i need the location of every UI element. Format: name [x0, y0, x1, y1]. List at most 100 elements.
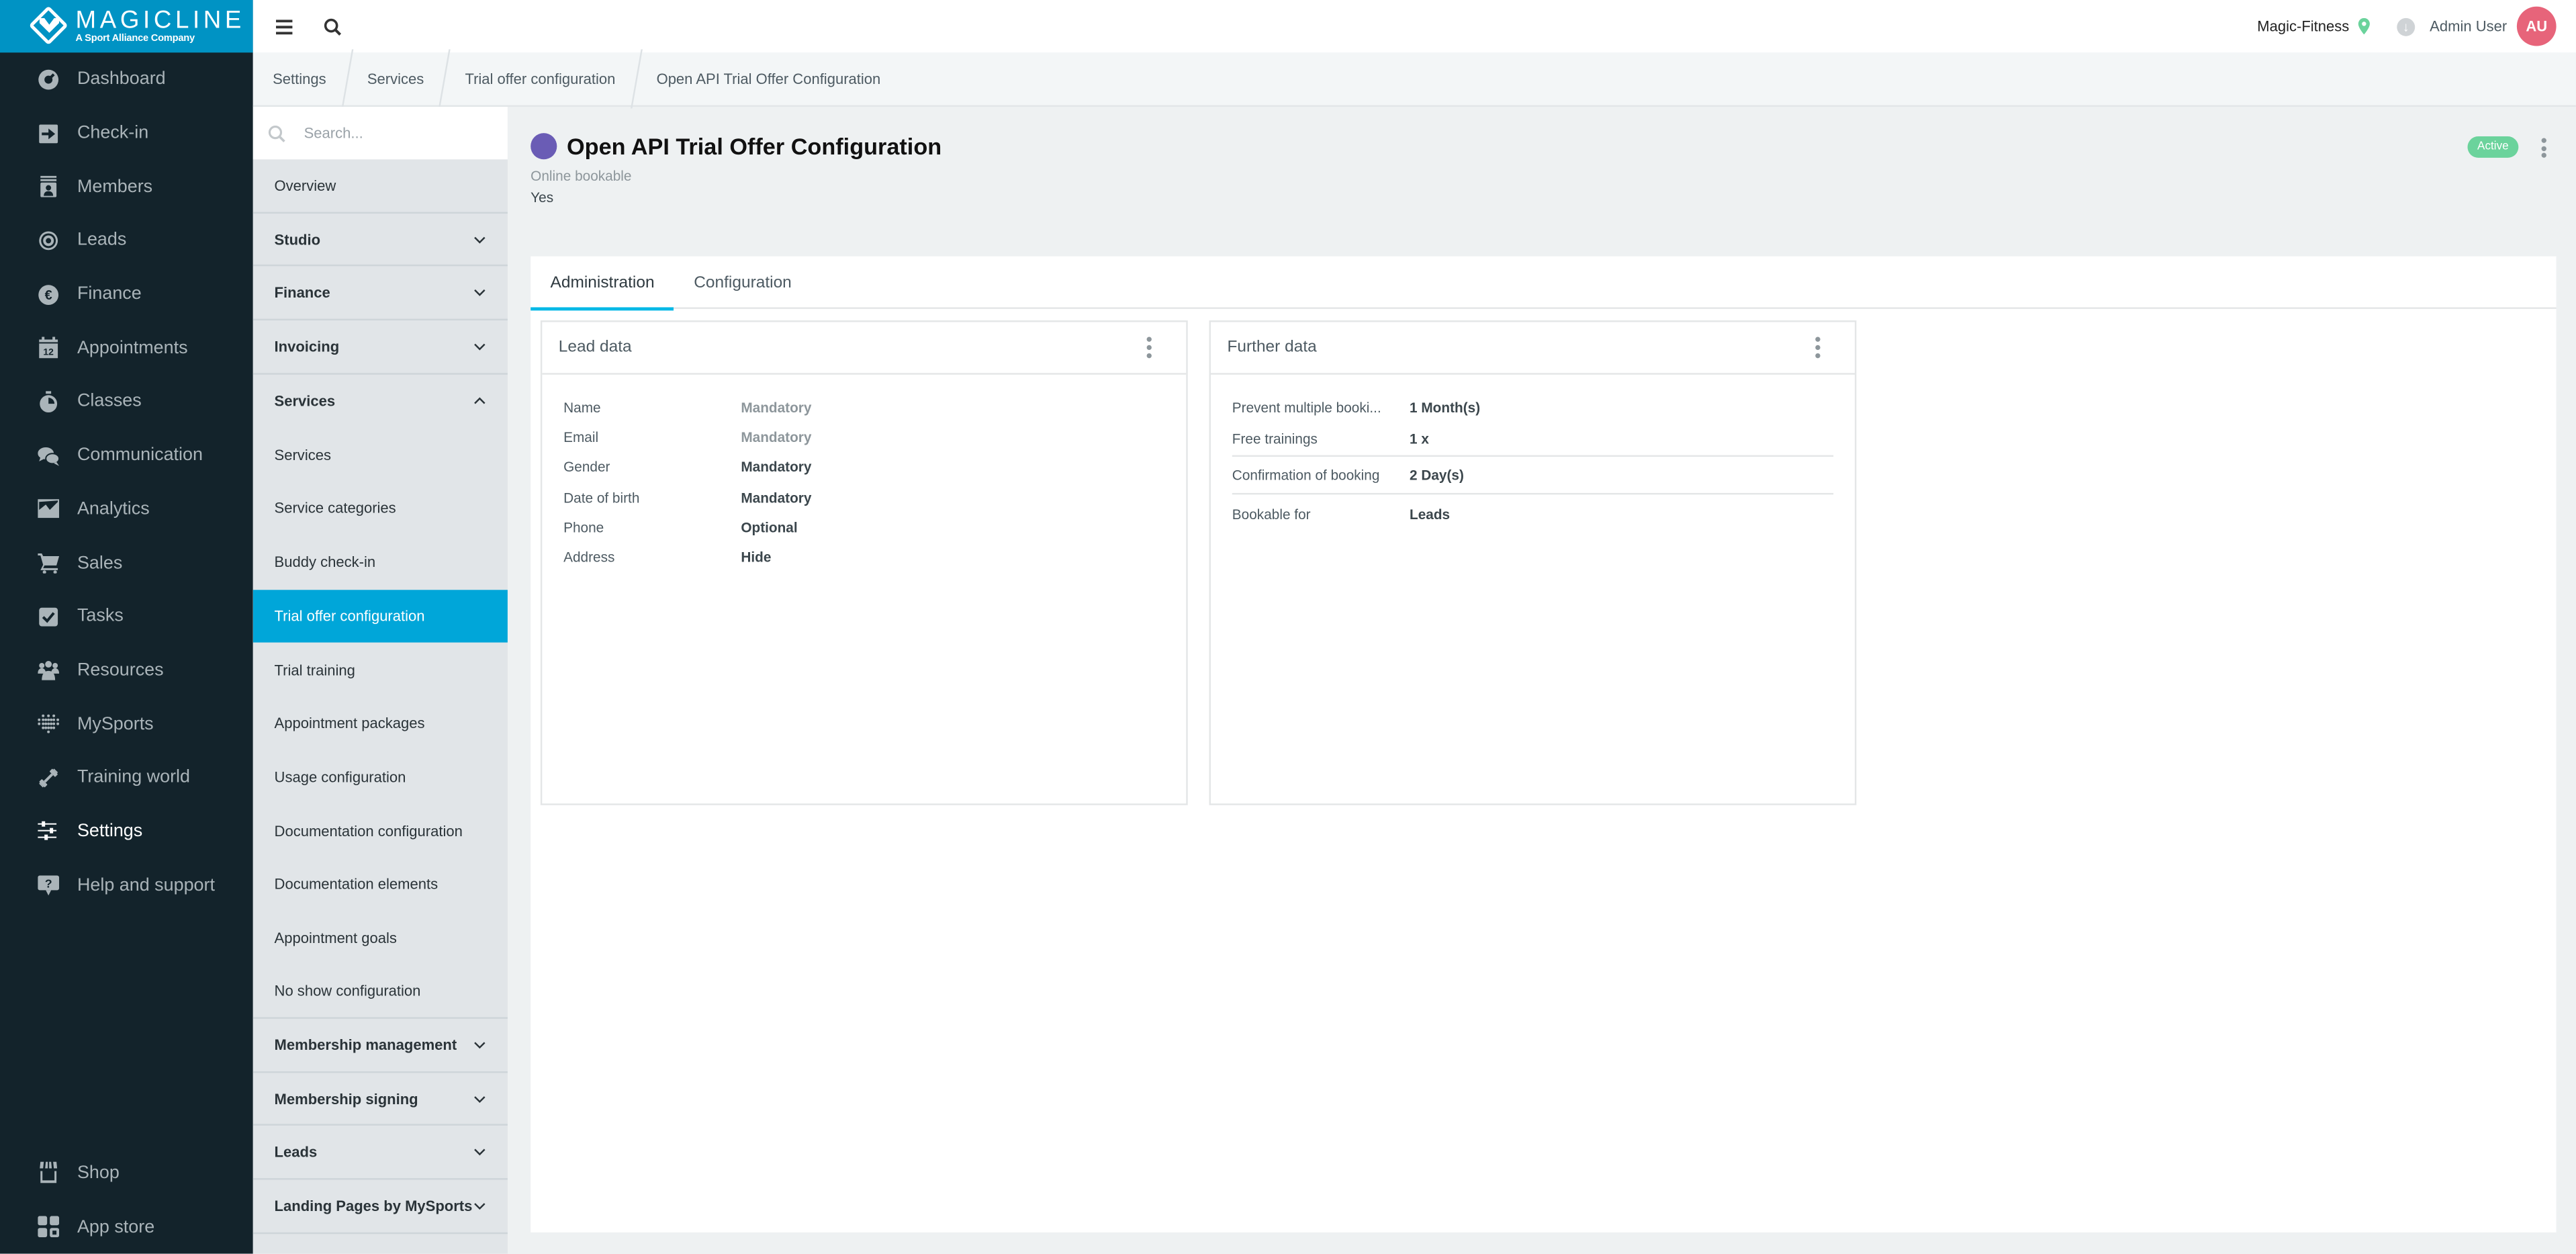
- row-key: Gender: [563, 459, 610, 476]
- card-title: Further data: [1227, 338, 1317, 357]
- row-key: Free trainings: [1232, 431, 1318, 447]
- breadcrumb-item-trial-offer-configuration[interactable]: Trial offer configuration: [445, 52, 635, 106]
- nav-label: Training world: [77, 768, 191, 788]
- subnav-item-usage-configuration[interactable]: Usage configuration: [253, 750, 508, 804]
- brand-name: MAGICLINE: [75, 6, 246, 35]
- chat-icon: [36, 444, 59, 467]
- nav-item-communication[interactable]: Communication: [0, 429, 253, 482]
- more-options-icon[interactable]: [2536, 136, 2550, 159]
- subnav-search-input[interactable]: [300, 123, 481, 143]
- mysports-icon: [36, 713, 59, 735]
- nav-item-check-in[interactable]: Check-in: [0, 106, 253, 160]
- subnav-section-membership-management[interactable]: Membership management: [252, 1019, 508, 1073]
- subnav-item-no-show-configuration[interactable]: No show configuration: [252, 965, 508, 1019]
- section-label: Services: [274, 392, 336, 410]
- tab-administration[interactable]: Administration: [531, 257, 675, 311]
- subnav-section-invoicing[interactable]: Invoicing: [252, 320, 508, 375]
- brand-subtitle: A Sport Alliance Company: [75, 34, 195, 45]
- section-label: Invoicing: [274, 338, 340, 355]
- subnav-item-buddy-check-in[interactable]: Buddy check-in: [253, 535, 508, 589]
- nav-label: MySports: [77, 714, 154, 734]
- search-icon[interactable]: [320, 15, 343, 38]
- subnav-item-appointment-goals[interactable]: Appointment goals: [253, 911, 508, 965]
- chevron-down-icon: [474, 236, 486, 243]
- nav-item-resources[interactable]: Resources: [0, 643, 253, 697]
- subnav-overview[interactable]: Overview: [252, 159, 508, 214]
- nav-item-dashboard[interactable]: Dashboard: [0, 52, 253, 106]
- subnav-item-documentation-elements[interactable]: Documentation elements: [253, 858, 508, 911]
- nav-item-shop[interactable]: Shop: [0, 1147, 253, 1200]
- subnav-section-leads[interactable]: Leads: [252, 1126, 508, 1180]
- section-label: Studio: [274, 230, 321, 248]
- search-icon: [268, 124, 285, 142]
- status-badge: Active: [2467, 136, 2519, 158]
- sliders-icon: [36, 820, 59, 843]
- nav-label: Appointments: [77, 338, 188, 358]
- section-label: Membership signing: [274, 1090, 418, 1107]
- nav-label: Check-in: [77, 123, 149, 143]
- lead-data-row: Date of birth Mandatory: [563, 482, 1164, 512]
- nav-item-analytics[interactable]: Analytics: [0, 482, 253, 536]
- tabs: Administration Configuration: [531, 257, 2557, 311]
- stopwatch-icon: [36, 390, 59, 413]
- row-key: Address: [563, 549, 615, 566]
- nav-item-help[interactable]: ? Help and support: [0, 858, 253, 912]
- svg-text:?: ?: [44, 877, 51, 891]
- user-name[interactable]: Admin User: [2430, 18, 2507, 34]
- subnav-section-landing-pages[interactable]: Landing Pages by MySports: [252, 1180, 508, 1234]
- tab-configuration[interactable]: Configuration: [674, 257, 811, 309]
- top-bar: Magic-Fitness ↓ Admin User AU: [252, 0, 2576, 53]
- subnav-section-finance[interactable]: Finance: [252, 267, 508, 321]
- nav-item-appointments[interactable]: 12 Appointments: [0, 321, 253, 375]
- lead-data-card: Lead data Name Mandatory Email Mandatory G…: [540, 320, 1188, 805]
- subnav-item-services[interactable]: Services: [253, 428, 508, 482]
- people-icon: [36, 659, 59, 682]
- nav-item-tasks[interactable]: Tasks: [0, 590, 253, 643]
- subnav-item-appointment-packages[interactable]: Appointment packages: [253, 697, 508, 750]
- nav-item-leads[interactable]: Leads: [0, 214, 253, 267]
- row-key: Name: [563, 399, 601, 416]
- nav-item-app-store[interactable]: App store: [0, 1200, 253, 1254]
- subnav-section-studio[interactable]: Studio: [252, 213, 508, 267]
- more-options-icon[interactable]: [1812, 337, 1822, 359]
- nav-item-settings[interactable]: Settings: [0, 805, 253, 858]
- row-value: Mandatory: [741, 429, 812, 446]
- subnav-item-service-categories[interactable]: Service categories: [253, 482, 508, 535]
- more-options-icon[interactable]: [1144, 337, 1154, 359]
- nav-label: Analytics: [77, 499, 150, 519]
- nav-item-training-world[interactable]: Training world: [0, 751, 253, 805]
- calendar-icon: 12: [36, 337, 59, 359]
- online-bookable-label: Online bookable: [531, 167, 632, 184]
- dashboard-icon: [36, 68, 59, 91]
- nav-label: Tasks: [77, 607, 124, 627]
- row-value: Mandatory: [741, 459, 812, 476]
- settings-subnav: Overview Studio Finance Invoicing Servic…: [252, 107, 508, 1254]
- chevron-down-icon: [474, 289, 486, 297]
- subnav-item-trial-offer-configuration[interactable]: Trial offer configuration: [252, 589, 508, 643]
- nav-item-sales[interactable]: Sales: [0, 536, 253, 590]
- subnav-search: [252, 107, 508, 160]
- nav-item-finance[interactable]: € Finance: [0, 267, 253, 321]
- subnav-section-services[interactable]: Services: [253, 374, 508, 428]
- subnav-section-membership-signing[interactable]: Membership signing: [252, 1073, 508, 1126]
- logo[interactable]: MAGICLINE A Sport Alliance Company: [0, 0, 253, 53]
- breadcrumb-item-services[interactable]: Services: [347, 52, 443, 106]
- hamburger-menu-icon[interactable]: [273, 15, 295, 38]
- subnav-item-documentation-configuration[interactable]: Documentation configuration: [253, 804, 508, 858]
- nav-label: Settings: [77, 821, 143, 842]
- nav-item-classes[interactable]: Classes: [0, 375, 253, 429]
- nav-item-mysports[interactable]: MySports: [0, 697, 253, 751]
- section-label: Leads: [274, 1144, 318, 1161]
- further-data-row: Prevent multiple booki... 1 Month(s): [1232, 393, 1833, 422]
- chevron-down-icon: [474, 1041, 486, 1048]
- nav-item-members[interactable]: Members: [0, 160, 253, 214]
- row-value: Optional: [741, 519, 798, 536]
- download-icon[interactable]: ↓: [2397, 17, 2416, 36]
- subnav-item-trial-training[interactable]: Trial training: [253, 643, 508, 697]
- studio-name[interactable]: Magic-Fitness: [2257, 18, 2349, 34]
- members-icon: [36, 175, 59, 198]
- breadcrumb-item-settings[interactable]: Settings: [253, 52, 346, 106]
- avatar[interactable]: AU: [2516, 6, 2557, 46]
- section-label: Membership management: [274, 1036, 457, 1053]
- row-value: Mandatory: [741, 489, 812, 506]
